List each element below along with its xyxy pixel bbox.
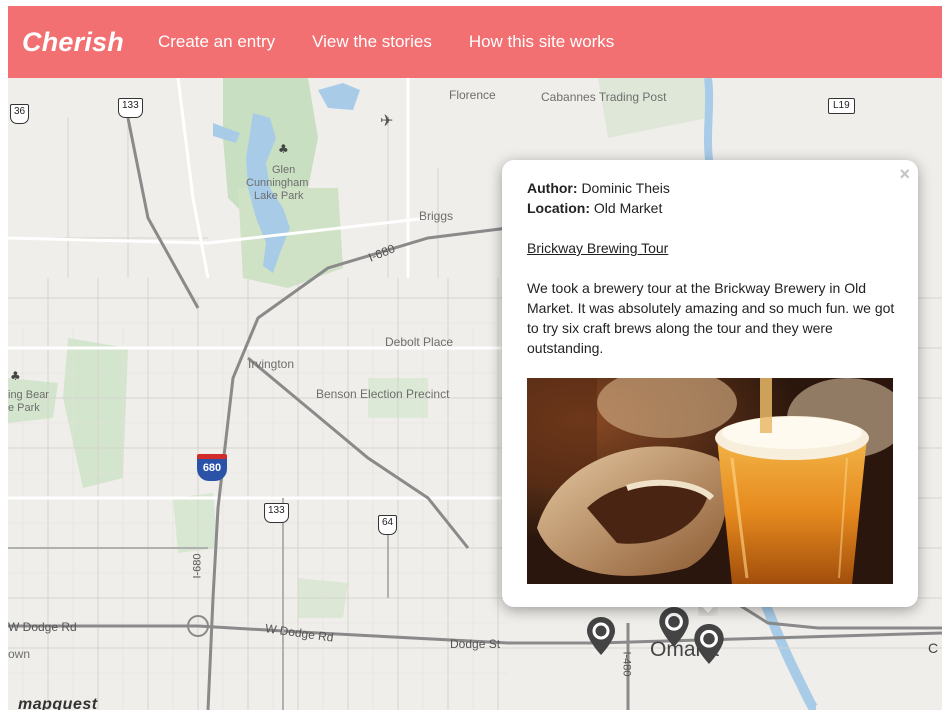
story-title-link[interactable]: Brickway Brewing Tour (527, 238, 668, 258)
map-pin-icon[interactable] (586, 616, 616, 656)
author-name: Dominic Theis (581, 180, 670, 196)
author-line: Author: Dominic Theis (527, 178, 895, 198)
location-line: Location: Old Market (527, 198, 895, 218)
interstate-shield-680: 680 (197, 454, 227, 481)
location-label: Location: (527, 200, 590, 216)
route-shield-l19: L19 (828, 98, 855, 114)
route-shield-133-top: 133 (118, 98, 143, 118)
svg-text:♣: ♣ (278, 142, 289, 156)
label-benson: Benson Election Precinct (316, 387, 450, 401)
label-bear-park-1: ing Bear (8, 389, 49, 401)
svg-text:✈: ✈ (380, 111, 393, 130)
story-popup: × Author: Dominic Theis Location: Old Ma… (502, 160, 918, 607)
route-shield-36: 36 (10, 104, 30, 124)
label-lake-park: Lake Park (254, 190, 304, 202)
label-glen: Glen (272, 164, 296, 176)
label-own: own (8, 647, 31, 661)
author-label: Author: (527, 180, 578, 196)
nav-view-stories[interactable]: View the stories (312, 32, 432, 52)
popup-content: Author: Dominic Theis Location: Old Mark… (527, 178, 895, 584)
label-i680-vertical: I-680 (191, 553, 204, 579)
label-w-dodge-rd-left: W Dodge Rd (8, 620, 77, 634)
location-name: Old Market (593, 200, 663, 216)
label-c: C (928, 640, 939, 656)
nav-create-entry[interactable]: Create an entry (158, 32, 275, 52)
mapquest-logo[interactable]: mapquest (18, 696, 98, 710)
nav-how-it-works[interactable]: How this site works (469, 32, 614, 52)
brand-logo[interactable]: Cherish (22, 27, 124, 58)
label-i480: I-480 (620, 651, 633, 677)
story-text: We took a brewery tour at the Brickway B… (527, 280, 895, 356)
label-cabannes: Cabannes Trading Post (541, 90, 667, 104)
label-debolt-place: Debolt Place (385, 335, 454, 349)
label-cunningham: Cunningham (246, 177, 309, 189)
label-florence: Florence (449, 88, 496, 102)
label-briggs: Briggs (419, 209, 454, 223)
story-photo (527, 378, 893, 584)
label-dodge-st: Dodge St (450, 637, 501, 651)
route-shield-64: 64 (378, 515, 398, 535)
navbar: Cherish Create an entry View the stories… (8, 6, 942, 78)
svg-text:♣: ♣ (10, 369, 21, 383)
map-pin-icon[interactable] (693, 623, 725, 665)
map-pin-icon[interactable] (658, 606, 690, 648)
label-irvington: Irvington (248, 357, 295, 371)
route-shield-133: 133 (264, 503, 289, 523)
close-icon[interactable]: × (899, 164, 910, 185)
label-bear-park-2: e Park (8, 402, 40, 414)
